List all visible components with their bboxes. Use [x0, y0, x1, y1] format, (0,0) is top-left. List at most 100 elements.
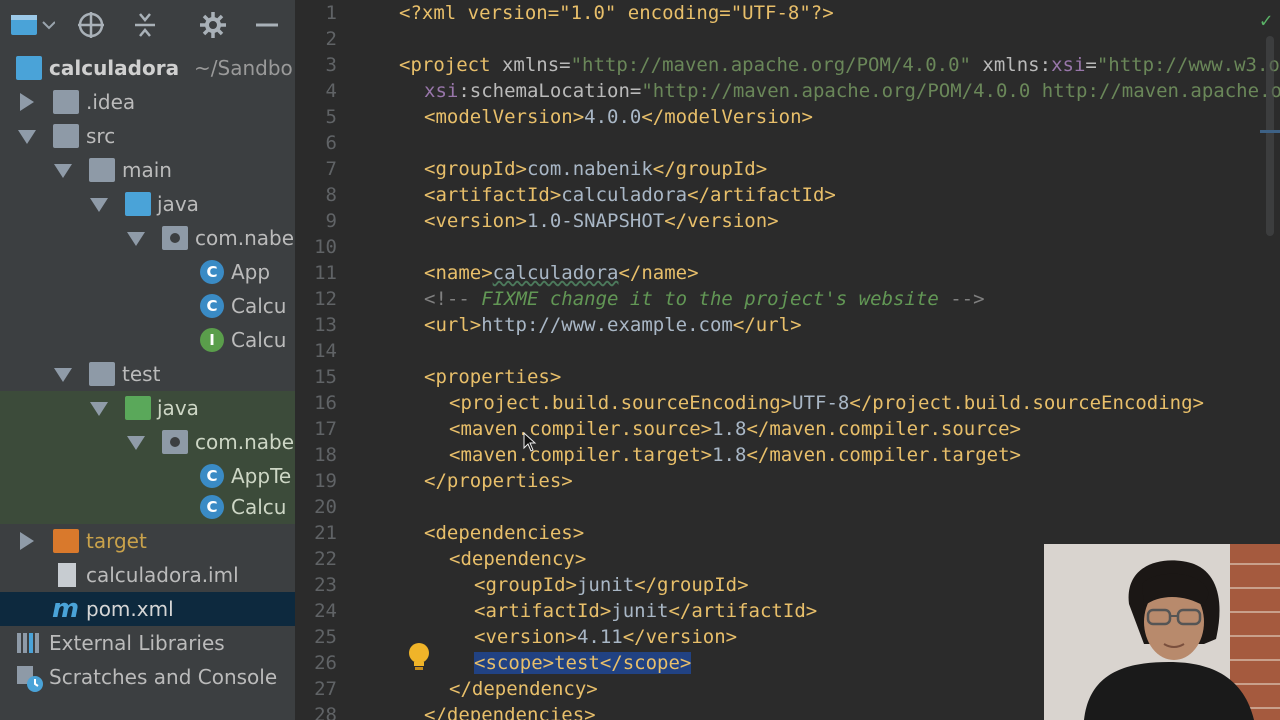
tree-item-calcu-class[interactable]: C Calcu [0, 289, 295, 323]
chevron-right-icon[interactable] [18, 93, 36, 111]
code-line-28[interactable]: </dependencies> [424, 702, 596, 720]
code-line-13[interactable]: <url>http://www.example.com</url> [424, 312, 802, 338]
line-number: 17 [314, 418, 337, 440]
chevron-down-icon[interactable] [90, 399, 108, 417]
tree-item-calcu-interface[interactable]: I Calcu [0, 323, 295, 357]
tree-item-test[interactable]: test [0, 357, 295, 391]
tree-item-idea[interactable]: .idea [0, 85, 295, 119]
code-line-15[interactable]: <properties> [424, 364, 561, 390]
tree-item-main[interactable]: main [0, 153, 295, 187]
tree-item-apptest[interactable]: C AppTe [0, 459, 295, 493]
chevron-down-icon[interactable] [127, 229, 145, 247]
hide-icon[interactable] [250, 8, 284, 42]
iml-file-icon [58, 563, 76, 587]
line-number: 14 [314, 340, 337, 362]
code-line-7[interactable]: <groupId>com.nabenik</groupId> [424, 156, 767, 182]
tree-item-scratches[interactable]: Scratches and Console [0, 660, 295, 694]
selected-text[interactable]: <scope>test</scope> [474, 652, 692, 674]
xml-value: "http://maven.apache.org/POM/4.0.0" [570, 54, 971, 76]
folder-icon [89, 362, 115, 386]
tree-item-iml[interactable]: calculadora.iml [0, 558, 295, 592]
lightbulb-icon[interactable] [407, 642, 431, 672]
chevron-down-icon[interactable] [18, 127, 36, 145]
xml-tag: </dependency> [449, 678, 598, 700]
xml-tag: </version> [664, 210, 779, 232]
xml-tag: <artifactId> [474, 600, 612, 622]
class-icon: C [200, 260, 224, 284]
line-number: 9 [325, 210, 337, 232]
xml-text: UTF-8 [792, 392, 850, 414]
xml-tag: </project.build.sourceEncoding> [849, 392, 1204, 414]
presenter-video-image [1044, 544, 1280, 720]
xml-tag: <version> [424, 210, 527, 232]
line-number: 16 [314, 392, 337, 414]
code-line-24[interactable]: <artifactId>junit</artifactId> [474, 598, 817, 624]
line-number: 25 [314, 626, 337, 648]
code-line-8[interactable]: <artifactId>calculadora</artifactId> [424, 182, 836, 208]
project-panel: calculadora ~/Sandbo .idea src main java… [0, 0, 295, 720]
project-toolbar [0, 0, 295, 50]
tree-item-src[interactable]: src [0, 119, 295, 153]
maven-icon: m [52, 594, 80, 624]
locate-icon[interactable] [74, 8, 108, 42]
collapse-all-icon[interactable] [128, 8, 162, 42]
tree-item-app[interactable]: C App [0, 255, 295, 289]
xml-tag: </artifactId> [687, 184, 836, 206]
code-line-12[interactable]: <!-- FIXME change it to the project's we… [424, 286, 985, 312]
tree-item-main-package[interactable]: com.nabe [0, 221, 295, 255]
code-line-27[interactable]: </dependency> [449, 676, 598, 702]
chevron-right-icon[interactable] [18, 532, 36, 550]
code-line-1[interactable]: <?xml version="1.0" encoding="UTF-8"?> [399, 0, 834, 26]
project-view-dropdown-icon[interactable] [8, 8, 56, 42]
chevron-down-icon[interactable] [90, 195, 108, 213]
code-line-9[interactable]: <version>1.0-SNAPSHOT</version> [424, 208, 779, 234]
tree-item-target[interactable]: target [0, 524, 295, 558]
line-number: 2 [325, 28, 337, 50]
scroll-position-marker [1260, 130, 1280, 133]
code-line-3[interactable]: <project xmlns="http://maven.apache.org/… [399, 52, 1280, 78]
settings-gear-icon[interactable] [196, 8, 230, 42]
chevron-down-icon[interactable] [127, 433, 145, 451]
xml-tag: <maven.compiler.source> [449, 418, 713, 440]
code-line-23[interactable]: <groupId>junit</groupId> [474, 572, 749, 598]
xml-tag: <version> [474, 626, 577, 648]
tree-item-calculadora[interactable]: calculadora ~/Sandbo [0, 51, 295, 85]
code-line-21[interactable]: <dependencies> [424, 520, 584, 546]
line-number: 12 [314, 288, 337, 310]
tree-item-pom[interactable]: m pom.xml [0, 592, 295, 626]
folder-icon [89, 158, 115, 182]
code-line-16[interactable]: <project.build.sourceEncoding>UTF-8</pro… [449, 390, 1204, 416]
vertical-scrollbar[interactable] [1266, 36, 1274, 236]
code-line-5[interactable]: <modelVersion>4.0.0</modelVersion> [424, 104, 813, 130]
package-icon [162, 430, 188, 454]
line-number: 11 [314, 262, 337, 284]
tree-item-calcu-test[interactable]: C Calcu [0, 490, 295, 524]
code-line-26[interactable]: <scope>test</scope> [474, 650, 692, 676]
xml-tag: <groupId> [474, 574, 577, 596]
test-class-icon: C [200, 464, 224, 488]
xml-tag: </artifactId> [668, 600, 818, 622]
xml-value: "http://www.w3.org/2001/XMLSchema-instan… [1096, 54, 1280, 76]
code-line-25[interactable]: <version>4.11</version> [474, 624, 737, 650]
line-number: 10 [314, 236, 337, 258]
tree-item-test-java[interactable]: java [0, 391, 295, 425]
tree-item-label: test [122, 362, 161, 386]
code-line-4[interactable]: xsi:schemaLocation="http://maven.apache.… [424, 78, 1280, 104]
chevron-down-icon[interactable] [54, 365, 72, 383]
xml-comment: --> [938, 288, 985, 310]
xml-declaration: <?xml version="1.0" encoding="UTF-8"?> [399, 2, 834, 24]
line-number: 28 [314, 704, 337, 720]
inspection-ok-icon[interactable]: ✓ [1260, 8, 1272, 32]
code-line-22[interactable]: <dependency> [449, 546, 586, 572]
line-number: 1 [325, 2, 337, 24]
test-root-icon [125, 396, 151, 420]
code-line-11[interactable]: <name>calculadora</name> [424, 260, 699, 286]
line-number: 24 [314, 600, 337, 622]
tree-item-label: pom.xml [86, 597, 174, 621]
chevron-down-icon[interactable] [54, 161, 72, 179]
code-line-19[interactable]: </properties> [424, 468, 573, 494]
tree-item-main-java[interactable]: java [0, 187, 295, 221]
tree-item-label: Calcu [231, 294, 287, 318]
tree-item-test-package[interactable]: com.nabe [0, 425, 295, 459]
tree-item-external-libraries[interactable]: External Libraries [0, 626, 295, 660]
